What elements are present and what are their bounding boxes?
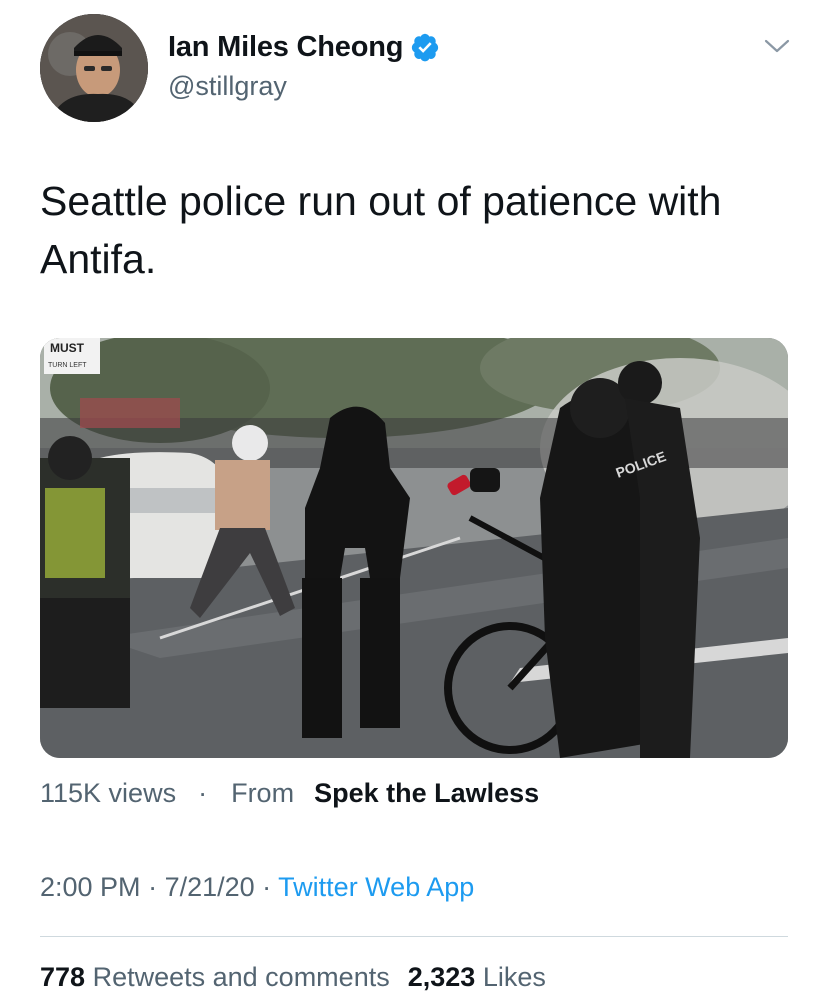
divider [40, 936, 788, 937]
author-avatar[interactable] [40, 14, 148, 122]
retweets-label: Retweets and comments [92, 962, 390, 992]
likes-stat[interactable]: 2,323 Likes [408, 962, 546, 992]
from-label: From [231, 778, 295, 808]
view-count: 115K views [40, 778, 177, 808]
video-source-link[interactable]: Spek the Lawless [314, 778, 539, 809]
video-frame: MUST TURN LEFT POLICE [40, 338, 788, 758]
author-handle[interactable]: @stillgray [168, 71, 440, 102]
video-player[interactable]: MUST TURN LEFT POLICE [40, 338, 788, 758]
source-app-link[interactable]: Twitter Web App [278, 872, 474, 902]
chevron-down-icon[interactable] [762, 36, 792, 56]
timestamp-separator: · [254, 872, 279, 902]
tweet-date[interactable]: 7/21/20 [165, 872, 255, 902]
verified-badge-icon [412, 33, 439, 62]
tweet-time[interactable]: 2:00 PM [40, 872, 141, 902]
video-meta-row: 115K views · From Spek the Lawless [40, 778, 539, 809]
sign-text-line1: MUST [50, 341, 85, 355]
retweets-stat[interactable]: 778 Retweets and comments [40, 962, 390, 992]
retweets-count: 778 [40, 962, 86, 992]
sign-text-line2: TURN LEFT [48, 362, 87, 369]
likes-label: Likes [482, 962, 546, 992]
timestamp-row: 2:00 PM · 7/21/20 · Twitter Web App [40, 872, 474, 903]
meta-separator: · [198, 778, 208, 808]
avatar-image [40, 14, 148, 122]
author-display-name[interactable]: Ian Miles Cheong [168, 31, 403, 64]
name-row: Ian Miles Cheong [168, 30, 440, 64]
author-block: Ian Miles Cheong @stillgray [168, 30, 440, 102]
tweet-text: Seattle police run out of patience with … [40, 178, 722, 282]
engagement-stats: 778 Retweets and comments 2,323 Likes [40, 962, 546, 993]
likes-count: 2,323 [407, 962, 476, 992]
timestamp-separator: · [140, 872, 165, 902]
